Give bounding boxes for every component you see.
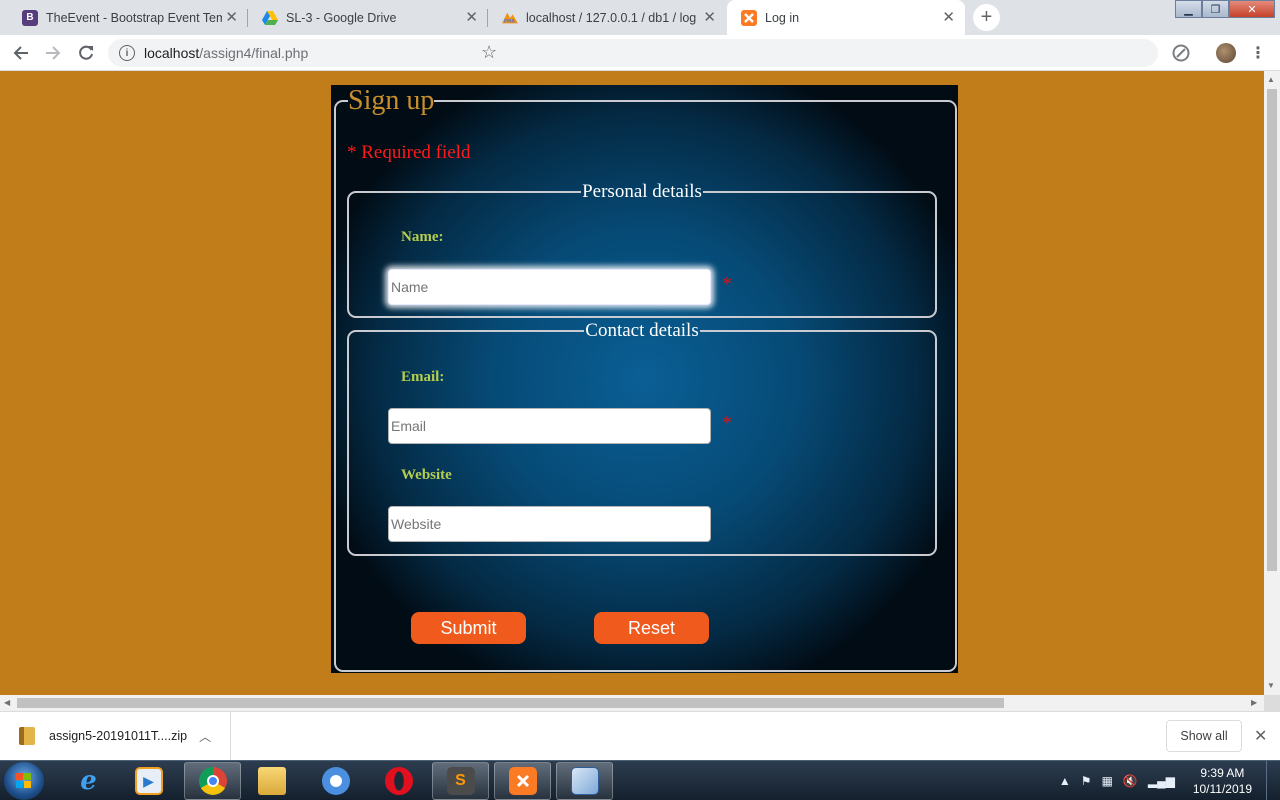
tab-phpmyadmin[interactable]: PMA localhost / 127.0.0.1 / db1 / login … [488, 0, 726, 35]
horizontal-scrollbar[interactable]: ◀ ▶ [0, 695, 1264, 711]
forward-icon[interactable] [40, 40, 66, 66]
system-tray: ▲ ⚑ ▦ 🔇 ▂▄▆ 9:39 AM 10/11/2019 [1059, 761, 1280, 800]
xampp-icon[interactable] [494, 762, 551, 800]
file-explorer-icon[interactable] [243, 762, 300, 800]
start-button[interactable] [4, 762, 44, 800]
network-icon[interactable]: ▦ [1102, 774, 1113, 788]
page-viewport: Sign up * Required field Personal detail… [0, 71, 1264, 695]
signal-icon[interactable]: ▂▄▆ [1148, 774, 1175, 788]
bootstrap-icon: B [22, 9, 38, 26]
action-center-icon[interactable]: ⚑ [1081, 774, 1092, 788]
url-host: localhost [144, 45, 200, 61]
tab-title: localhost / 127.0.0.1 / db1 / login [526, 10, 696, 25]
system-clock[interactable]: 9:39 AM 10/11/2019 [1193, 765, 1252, 797]
internet-explorer-icon[interactable]: e [60, 762, 117, 800]
svg-text:PMA: PMA [504, 18, 516, 24]
required-field-note: * Required field [347, 142, 471, 163]
tab-title: TheEvent - Bootstrap Event Temp [46, 10, 222, 25]
media-player-icon[interactable]: ▶ [120, 762, 177, 800]
reload-icon[interactable] [73, 40, 99, 66]
browser-toolbar: i localhost/assign4/final.php ☆ ⋮ [0, 35, 1280, 71]
maximize-icon[interactable]: ❐ [1202, 0, 1229, 18]
website-input[interactable] [388, 506, 711, 542]
virtualbox-icon[interactable] [556, 762, 613, 800]
name-input[interactable] [388, 269, 711, 305]
windows-taskbar: e ▶ S ▲ ⚑ ▦ 🔇 ▂▄▆ 9:39 AM 10/11/2019 [0, 760, 1280, 800]
minimize-icon[interactable]: ▁ [1175, 0, 1202, 18]
close-tab-icon[interactable]: ✕ [225, 10, 238, 25]
new-tab-button[interactable]: + [973, 4, 1000, 31]
email-required-mark: * [722, 412, 732, 434]
name-required-mark: * [722, 273, 732, 295]
contact-details-legend: Contact details [585, 320, 699, 341]
show-all-button[interactable]: Show all [1166, 720, 1242, 752]
close-window-icon[interactable]: ✕ [1229, 0, 1275, 18]
tab-title: Log in [765, 10, 800, 25]
opera-icon[interactable] [370, 762, 427, 800]
scroll-left-icon[interactable]: ◀ [4, 698, 10, 707]
tab-google-drive[interactable]: SL-3 - Google Drive ✕ [248, 0, 488, 35]
vertical-scrollbar[interactable]: ▲ ▼ [1264, 71, 1280, 695]
volume-muted-icon[interactable]: 🔇 [1123, 774, 1138, 788]
close-tab-icon[interactable]: ✕ [465, 10, 478, 25]
browser-tab-strip: B TheEvent - Bootstrap Event Temp ✕ SL-3… [0, 0, 1280, 35]
close-shelf-icon[interactable]: ✕ [1254, 726, 1267, 746]
scroll-down-icon[interactable]: ▼ [1267, 681, 1275, 690]
clock-time: 9:39 AM [1200, 766, 1245, 780]
scroll-up-icon[interactable]: ▲ [1267, 75, 1275, 84]
xampp-icon [741, 9, 757, 26]
close-tab-icon[interactable]: ✕ [942, 10, 955, 25]
scroll-right-icon[interactable]: ▶ [1251, 698, 1257, 707]
close-tab-icon[interactable]: ✕ [703, 10, 716, 25]
window-controls: ▁ ❐ ✕ [1175, 0, 1275, 18]
extension-icon[interactable] [1168, 40, 1194, 66]
download-shelf: assign5-20191011T....zip ︿ Show all ✕ [0, 711, 1280, 760]
reset-button[interactable]: Reset [594, 612, 709, 644]
sublime-text-icon[interactable]: S [432, 762, 489, 800]
back-icon[interactable] [8, 40, 34, 66]
chromium-icon[interactable] [307, 762, 364, 800]
clock-date: 10/11/2019 [1192, 782, 1252, 796]
profile-avatar[interactable] [1213, 40, 1239, 66]
site-info-icon[interactable]: i [119, 45, 135, 61]
email-label: Email: [401, 369, 445, 385]
show-hidden-icons[interactable]: ▲ [1059, 774, 1071, 788]
form-title: Sign up [348, 85, 435, 116]
tab-theevent[interactable]: B TheEvent - Bootstrap Event Temp ✕ [8, 0, 248, 35]
phpmyadmin-icon: PMA [502, 10, 518, 26]
website-label: Website [401, 467, 452, 483]
show-desktop-button[interactable] [1266, 761, 1280, 800]
signup-panel: Sign up * Required field Personal detail… [331, 85, 958, 673]
personal-details-legend: Personal details [582, 181, 702, 202]
download-file-name: assign5-20191011T....zip [49, 729, 188, 743]
zip-file-icon [19, 727, 35, 745]
horizontal-scroll-thumb[interactable] [17, 698, 1004, 708]
tab-log-in[interactable]: Log in ✕ [727, 0, 965, 35]
download-item[interactable]: assign5-20191011T....zip ︿ [0, 712, 231, 760]
chevron-up-icon[interactable]: ︿ [199, 728, 211, 745]
menu-kebab-icon[interactable]: ⋮ [1245, 40, 1271, 66]
email-input[interactable] [388, 408, 711, 444]
chrome-icon[interactable] [184, 762, 241, 800]
url-path: /assign4/final.php [199, 45, 309, 61]
tab-title: SL-3 - Google Drive [286, 10, 397, 25]
address-bar[interactable]: i localhost/assign4/final.php ☆ [108, 39, 1158, 67]
name-label: Name: [401, 229, 444, 245]
google-drive-icon [262, 10, 278, 26]
bookmark-star-icon[interactable]: ☆ [481, 42, 1150, 63]
submit-button[interactable]: Submit [411, 612, 526, 644]
vertical-scroll-thumb[interactable] [1267, 89, 1277, 571]
